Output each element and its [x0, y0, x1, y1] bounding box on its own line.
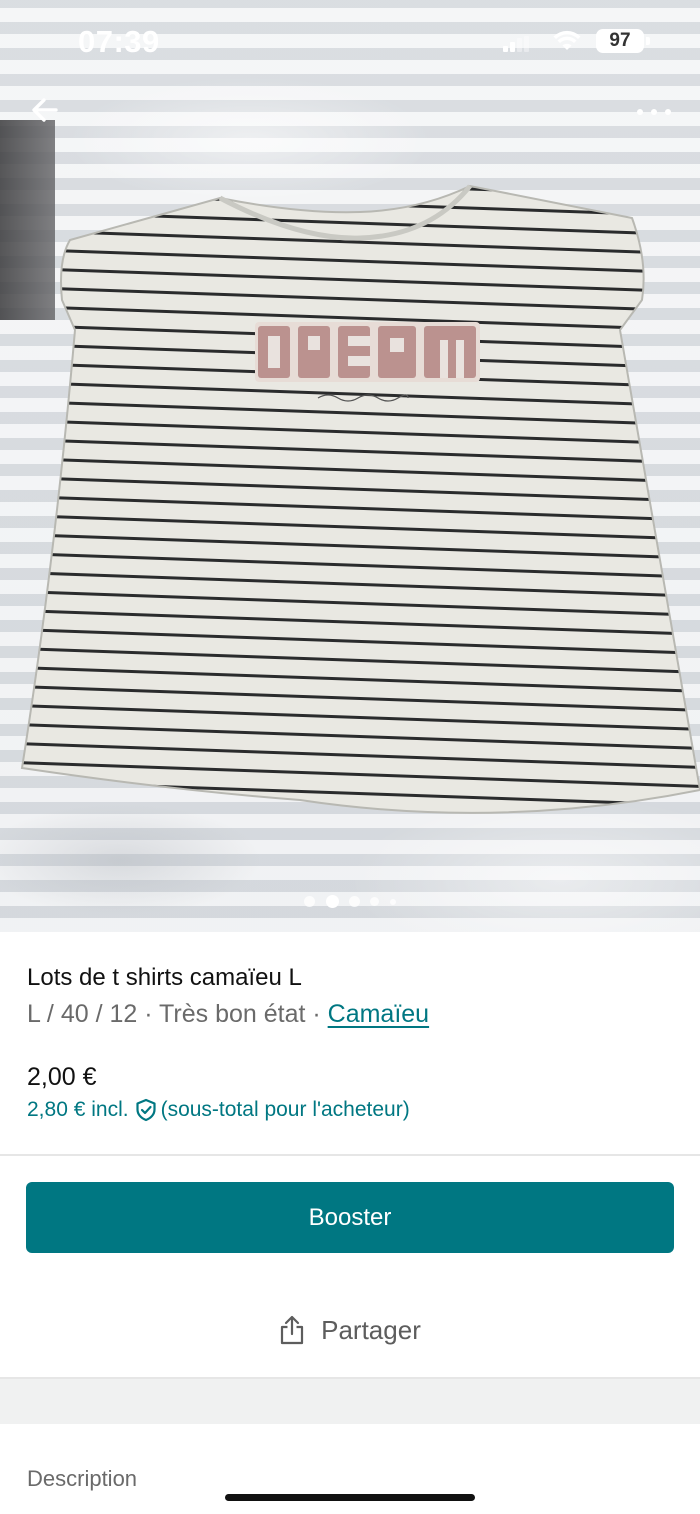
- arrow-left-icon[interactable]: [26, 90, 66, 130]
- price-incl-value: 2,80 € incl.: [27, 1098, 129, 1121]
- attribute-separator: ·: [305, 1000, 328, 1028]
- price-incl-note: (sous-total pour l'acheteur): [160, 1098, 410, 1121]
- shield-check-icon: [135, 1098, 156, 1122]
- home-indicator[interactable]: [225, 1494, 475, 1501]
- status-bar: 07:39 97: [0, 0, 700, 86]
- buyer-protection-price[interactable]: 2,80 € incl. (sous-total pour l'acheteur…: [27, 1098, 410, 1122]
- gallery-dot-active[interactable]: [325, 895, 339, 909]
- section-separator-band: [0, 1377, 700, 1424]
- share-icon: [281, 1315, 304, 1345]
- cellular-signal-icon: [503, 36, 529, 52]
- gallery-dot[interactable]: [370, 897, 380, 907]
- wifi-icon: [553, 30, 581, 50]
- status-time: 07:39: [78, 24, 160, 59]
- item-brand-link[interactable]: Camaïeu: [328, 1000, 429, 1028]
- more-horizontal-icon[interactable]: [632, 92, 676, 132]
- item-price: 2,00 €: [27, 1063, 97, 1091]
- share-button[interactable]: Partager: [0, 1300, 700, 1360]
- item-attributes: L / 40 / 12 · Très bon état · Camaïeu: [27, 1000, 429, 1029]
- section-divider: [0, 1154, 700, 1156]
- gallery-pagination[interactable]: [0, 893, 700, 909]
- tshirt-photo: [20, 184, 700, 814]
- item-photo-gallery[interactable]: 07:39 97: [0, 0, 700, 932]
- description-heading: Description: [27, 1466, 138, 1491]
- share-label: Partager: [321, 1314, 421, 1345]
- battery-indicator: 97: [596, 29, 650, 53]
- gallery-dot[interactable]: [304, 896, 316, 908]
- gallery-dot[interactable]: [389, 898, 396, 905]
- gallery-dot[interactable]: [349, 896, 360, 908]
- item-size: L / 40 / 12: [27, 1000, 138, 1028]
- item-title: Lots de t shirts camaïeu L: [27, 964, 302, 991]
- booster-button[interactable]: Booster: [26, 1182, 674, 1253]
- item-condition: Très bon état: [159, 1000, 306, 1028]
- attribute-separator: ·: [137, 1000, 160, 1028]
